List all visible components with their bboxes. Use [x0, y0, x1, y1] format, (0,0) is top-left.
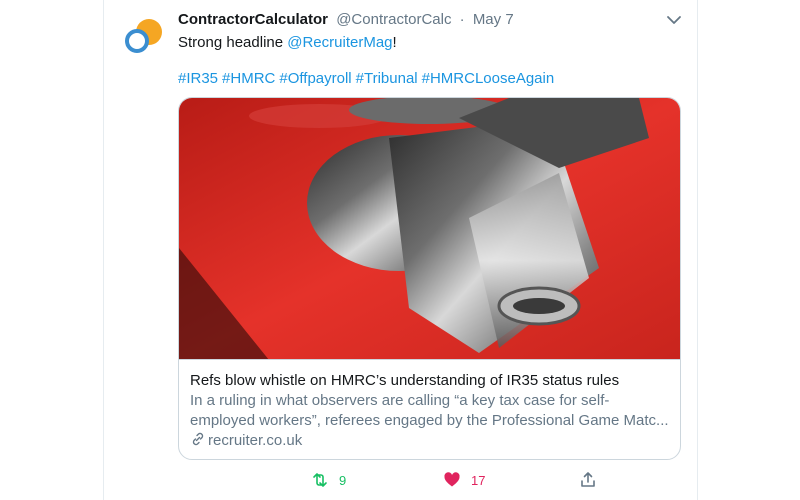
tweet-text-prefix: Strong headline	[178, 34, 288, 51]
more-options-button[interactable]	[664, 10, 684, 30]
tweet-actions: 9 17	[178, 470, 681, 490]
hashtag-link[interactable]: #IR35	[178, 70, 218, 87]
tweet-text-suffix: !	[392, 34, 397, 51]
user-handle[interactable]: @ContractorCalc	[336, 11, 451, 28]
share-button[interactable]	[579, 470, 597, 490]
avatar[interactable]	[120, 12, 168, 60]
card-image[interactable]	[179, 98, 680, 360]
heart-icon	[444, 472, 460, 487]
tweet-date[interactable]: May 7	[473, 11, 514, 28]
link-icon	[192, 432, 204, 446]
retweet-count: 9	[339, 472, 347, 488]
hashtag-link[interactable]: #Offpayroll	[279, 70, 351, 87]
card-description: In a ruling in what observers are callin…	[190, 392, 669, 429]
timeline-left-border	[103, 0, 104, 500]
hashtag-list: #IR35 #HMRC #Offpayroll #Tribunal #HMRCLoose…	[178, 69, 558, 89]
chevron-down-icon	[667, 16, 681, 24]
whistle-image	[179, 98, 680, 359]
retweet-icon	[313, 473, 327, 487]
timeline-right-border	[697, 0, 698, 500]
mention-link[interactable]: @RecruiterMag	[287, 34, 392, 51]
share-icon	[581, 472, 595, 487]
card-title[interactable]: Refs blow whistle on HMRC’s understandin…	[190, 371, 619, 391]
tweet-header: ContractorCalculator @ContractorCalc · M…	[178, 11, 514, 29]
card-domain-link[interactable]: recruiter.co.uk	[190, 431, 302, 451]
display-name[interactable]: ContractorCalculator	[178, 11, 328, 28]
hashtag-link[interactable]: #Tribunal	[356, 70, 418, 87]
hashtag-link[interactable]: #HMRCLooseAgain	[422, 70, 555, 87]
like-count: 17	[471, 472, 486, 488]
tweet-text: Strong headline @RecruiterMag!	[178, 33, 397, 53]
avatar-logo-icon	[120, 12, 168, 60]
like-button[interactable]: 17	[443, 470, 485, 490]
card-domain[interactable]: recruiter.co.uk	[208, 432, 302, 449]
separator-dot: ·	[459, 11, 465, 28]
link-preview-card[interactable]: Refs blow whistle on HMRC’s understandin…	[178, 97, 681, 460]
retweet-button[interactable]: 9	[311, 470, 346, 490]
hashtag-link[interactable]: #HMRC	[222, 70, 275, 87]
